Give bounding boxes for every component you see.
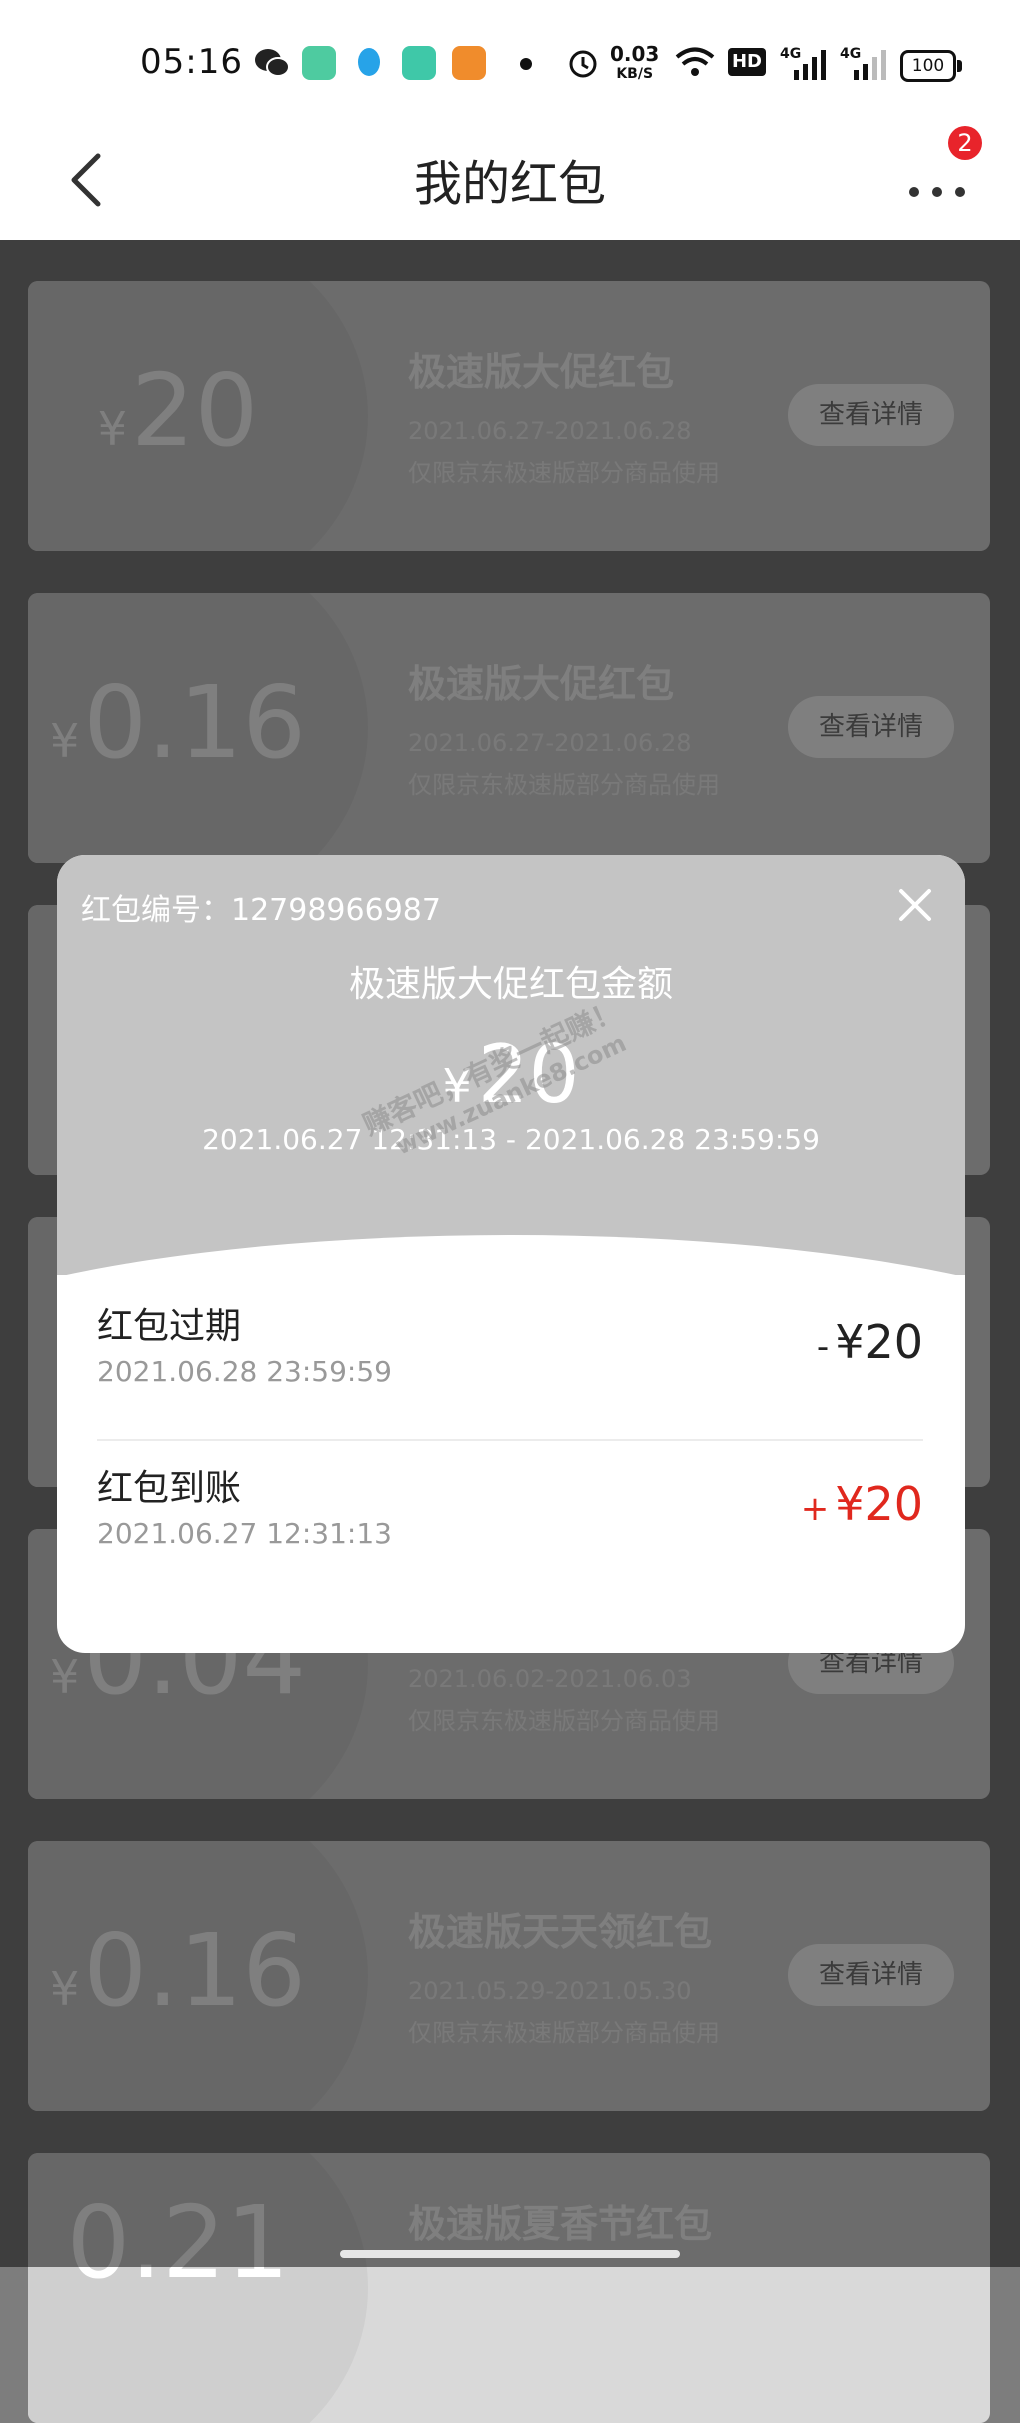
home-indicator[interactable] [340, 2250, 680, 2258]
wifi-icon [675, 47, 715, 76]
app-green-icon [302, 46, 336, 80]
wechat-icon [254, 46, 290, 80]
alarm-icon [569, 50, 597, 78]
net-speed-unit: KB/S [616, 66, 654, 82]
record-time: 2021.06.28 23:59:59 [97, 1355, 392, 1388]
nav-bar: 我的红包 [0, 120, 1020, 240]
uc-browser-icon [452, 46, 486, 80]
hd-icon: HD [728, 48, 766, 76]
record-title: 红包过期 [97, 1306, 242, 1347]
page-title: 我的红包 [413, 156, 606, 212]
record-sign: - [816, 1327, 830, 1367]
record-row-received: 红包到账 2021.06.27 12:31:13 + ¥20 [97, 1437, 923, 1587]
signal-icon-1: 4G [780, 46, 826, 80]
battery-icon: 100 [900, 50, 962, 82]
record-sign: + [800, 1489, 830, 1529]
record-amount: + ¥20 [801, 1477, 923, 1531]
app-teal-icon [402, 46, 436, 80]
record-amount-value: ¥20 [835, 1315, 923, 1369]
record-row-expired: 红包过期 2021.06.28 23:59:59 - ¥20 [97, 1275, 923, 1425]
net-speed: 0.03 KB/S [610, 44, 659, 84]
record-title: 红包到账 [97, 1468, 242, 1509]
record-amount: - ¥20 [817, 1315, 923, 1369]
validity-range: 2021.06.27 12:31:13 - 2021.06.28 23:59:5… [202, 1123, 820, 1156]
qq-icon [352, 46, 386, 80]
record-time: 2021.06.27 12:31:13 [97, 1517, 392, 1550]
record-amount-value: ¥20 [835, 1477, 923, 1531]
notification-badge: 2 [948, 126, 982, 160]
signal-icon-2: 4G [840, 46, 886, 80]
coupon-detail-modal: 红包编号：12798966987 极速版大促红包金额 ¥20 2021.06.2… [57, 855, 965, 1653]
notification-dot [520, 58, 532, 70]
status-bar: 05:16 0.03 KB/S HD 4G 4G 100 [0, 0, 1020, 120]
net-speed-value: 0.03 [610, 42, 660, 66]
close-icon [899, 889, 931, 921]
modal-title: 极速版大促红包金额 [348, 964, 673, 1005]
close-button[interactable] [895, 885, 935, 925]
status-time: 05:16 [140, 42, 243, 82]
coupon-serial: 红包编号：12798966987 [81, 893, 441, 928]
